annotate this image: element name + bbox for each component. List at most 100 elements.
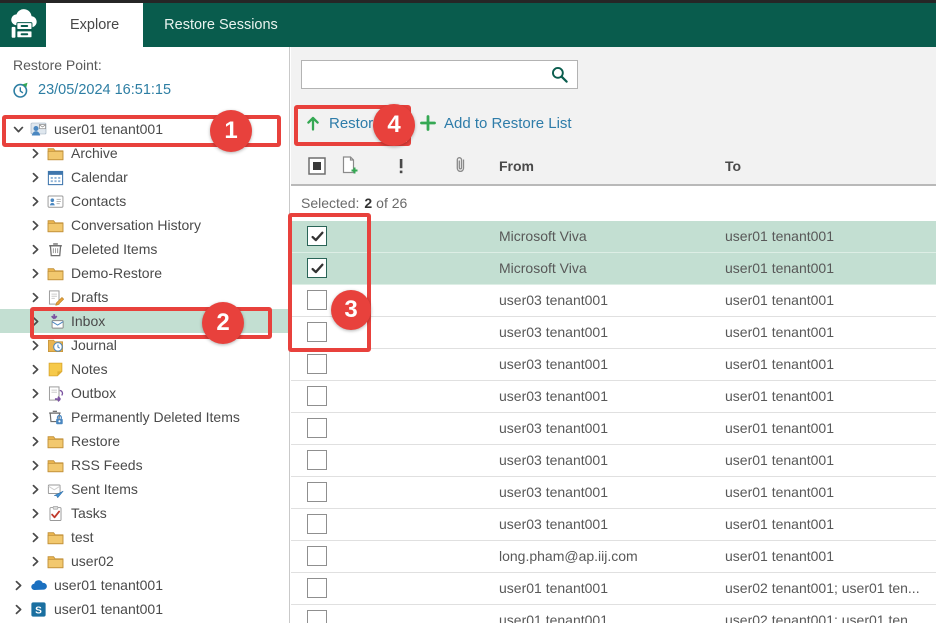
cell-to: user01 tenant001 [725,381,834,412]
cell-from: user03 tenant001 [499,349,608,380]
tree-item-user01-tenant001[interactable]: Suser01 tenant001 [0,597,289,621]
cell-to: user02 tenant001; user01 ten... [725,573,920,604]
chevron-right-icon [29,339,42,352]
chevron-right-icon [29,387,42,400]
folder-icon [47,145,64,162]
sidebar: Restore Point: 23/05/2024 16:51:15 user0… [0,47,290,623]
row-checkbox[interactable] [307,546,327,566]
message-row[interactable]: user03 tenant001user01 tenant001 [291,413,936,445]
cell-to: user01 tenant001 [725,253,834,284]
message-row[interactable]: user01 tenant001 user02 tenant001; user01… [291,573,936,605]
cell-from: user03 tenant001 [499,445,608,476]
trash-lock-icon [47,409,64,426]
search-input[interactable] [302,61,577,88]
tree-item-contacts[interactable]: Contacts [0,189,289,213]
row-checkbox[interactable] [307,354,327,374]
attachment-icon[interactable] [451,155,471,175]
cell-from: user03 tenant001 [499,413,608,444]
message-row[interactable]: user03 tenant001user01 tenant001 [291,477,936,509]
tree-item-journal[interactable]: Journal [0,333,289,357]
tree-item-label: user01 tenant001 [54,121,163,137]
select-all-checkbox-icon[interactable] [307,156,327,176]
row-checkbox[interactable] [307,514,327,534]
cell-to: user01 tenant001 [725,317,834,348]
row-checkbox-checked[interactable] [307,226,327,246]
cell-to: user02 tenant001; user01 ten... [725,605,920,623]
message-row[interactable]: long.pham@ap.iij.comuser01 tenant001 [291,541,936,573]
row-checkbox[interactable] [307,578,327,598]
row-checkbox[interactable] [307,418,327,438]
contacts-icon [47,193,64,210]
sharepoint-icon: S [30,601,47,618]
message-row[interactable]: user03 tenant001user01 tenant001 [291,317,936,349]
tree-item-drafts[interactable]: Drafts [0,285,289,309]
tree-item-user01-tenant001[interactable]: user01 tenant001 [0,117,289,141]
row-checkbox-checked[interactable] [307,258,327,278]
tree-item-label: Inbox [71,313,105,329]
row-checkbox[interactable] [307,610,327,623]
tree-item-deleted-items[interactable]: Deleted Items [0,237,289,261]
tab-explore[interactable]: Explore [46,3,143,47]
outbox-icon [47,385,64,402]
restore-button[interactable]: Restore [305,107,382,139]
cell-from: user01 tenant001 [499,573,608,604]
selection-status-label: Selected: [301,195,359,211]
row-checkbox[interactable] [307,290,327,310]
message-row[interactable]: user03 tenant001user01 tenant001 [291,349,936,381]
folder-icon [47,553,64,570]
tree-item-label: Deleted Items [71,241,157,257]
tree-item-label: Demo-Restore [71,265,162,281]
tree-item-outbox[interactable]: Outbox [0,381,289,405]
selection-status: Selected:2of 26 [291,186,936,221]
tree-item-test[interactable]: test [0,525,289,549]
restore-point-row[interactable]: 23/05/2024 16:51:15 [12,81,171,99]
tab-restore-sessions[interactable]: Restore Sessions [143,3,299,47]
sent-icon [47,481,64,498]
chevron-right-icon [29,267,42,280]
tree-item-user02[interactable]: user02 [0,549,289,573]
chevron-down-icon [12,123,25,136]
cloud-archive-logo-icon [6,8,40,42]
cell-from: Microsoft Viva [499,221,587,252]
message-row[interactable]: user01 tenant001user02 tenant001; user01… [291,605,936,623]
tree-item-label: Contacts [71,193,126,209]
message-row[interactable]: user03 tenant001user01 tenant001 [291,445,936,477]
message-row[interactable]: user03 tenant001user01 tenant001 [291,509,936,541]
calendar-icon [47,169,64,186]
tree-item-label: Archive [71,145,118,161]
tree-item-user01-tenant001[interactable]: user01 tenant001 [0,573,289,597]
cell-to: user01 tenant001 [725,285,834,316]
new-item-icon[interactable] [339,155,359,175]
tree-item-label: Journal [71,337,117,353]
restore-clock-icon [12,81,30,99]
tree-item-restore[interactable]: Restore [0,429,289,453]
search-icon[interactable] [550,65,569,84]
tree-item-notes[interactable]: Notes [0,357,289,381]
column-header-from[interactable]: From [499,158,534,174]
tree-item-rss-feeds[interactable]: RSS Feeds [0,453,289,477]
message-row[interactable]: user03 tenant001user01 tenant001 [291,285,936,317]
tree-item-tasks[interactable]: Tasks [0,501,289,525]
tree-item-conversation-history[interactable]: Conversation History [0,213,289,237]
tree-item-label: Outbox [71,385,116,401]
row-checkbox[interactable] [307,450,327,470]
message-row[interactable]: user03 tenant001user01 tenant001 [291,381,936,413]
message-row[interactable]: Microsoft Vivauser01 tenant001 [291,221,936,253]
trash-icon [47,241,64,258]
tree-item-permanently-deleted-items[interactable]: Permanently Deleted Items [0,405,289,429]
tree-item-calendar[interactable]: Calendar [0,165,289,189]
row-checkbox[interactable] [307,386,327,406]
tree-item-inbox[interactable]: Inbox [0,309,289,333]
search-box [301,60,578,89]
row-checkbox[interactable] [307,482,327,502]
row-checkbox[interactable] [307,322,327,342]
column-header-to[interactable]: To [725,158,741,174]
tree-item-sent-items[interactable]: Sent Items [0,477,289,501]
message-row[interactable]: Microsoft Vivauser01 tenant001 [291,253,936,285]
add-to-restore-list-button[interactable]: Add to Restore List [420,107,572,139]
app-window: Explore Restore Sessions Restore Point: … [0,0,936,623]
importance-icon[interactable] [391,156,411,176]
tree-item-demo-restore[interactable]: Demo-Restore [0,261,289,285]
tree-item-archive[interactable]: Archive [0,141,289,165]
tree-item-label: Calendar [71,169,128,185]
